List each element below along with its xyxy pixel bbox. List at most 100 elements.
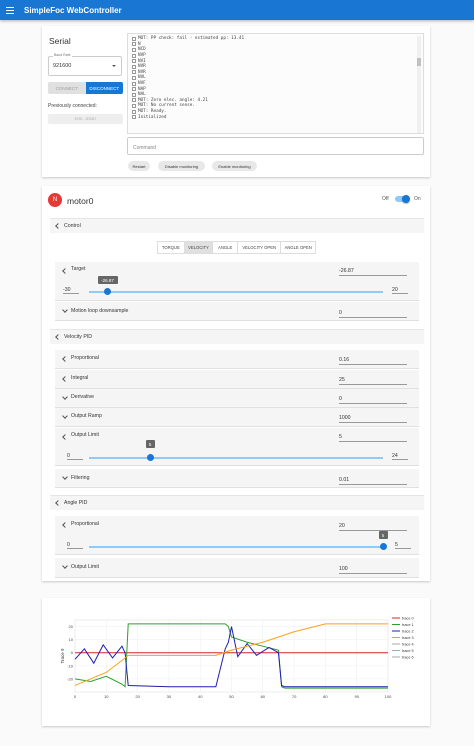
chevron-left-icon[interactable] [62,522,68,528]
velocity-ramp-input[interactable]: 1000 [339,415,407,423]
angle-pid-section-header[interactable]: Angle PID [50,495,424,510]
console-line-checkbox[interactable] [132,81,136,86]
baud-rate-value: 921600 [53,63,72,69]
angle-proportional-input[interactable]: 20 [339,523,407,531]
connect-button[interactable]: CONNECT [48,82,86,94]
console-line-text: NVP [138,53,146,59]
angle-pid-title: Angle PID [64,500,88,506]
chevron-down-icon[interactable] [62,413,68,419]
console-line-text: NAP [138,86,146,92]
console-line-text: NCD [138,47,146,53]
tab-velocity[interactable]: VELOCITY [184,242,214,253]
on-label: On [414,196,421,202]
velocity-derivative-input[interactable]: 0 [339,396,407,404]
console-line-checkbox[interactable] [132,64,136,69]
console-line-text: NVR [138,64,146,70]
angle-proportional-label: Proportional [71,521,99,527]
velocity-filtering-input[interactable]: 0.01 [339,477,407,485]
control-section-header[interactable]: Control [50,218,424,233]
connection-buttons: CONNECT DISCONNECT [48,82,123,94]
app-bar: SimpleFoc WebController [0,0,474,20]
legend-label: trace 2 [402,630,414,634]
velocity-limit-min-input[interactable]: 0 [67,453,83,460]
menu-icon[interactable] [6,6,14,14]
velocity-limit-row: Output Limit 5 0 5 24 [55,428,419,466]
angle-p-slider-thumb[interactable] [379,543,387,550]
chevron-left-icon[interactable] [62,268,68,274]
disconnect-button[interactable]: DISCONNECT [85,82,123,94]
console-line-text: NVF [138,81,146,87]
baud-rate-select[interactable]: Baud Rate 921600 [48,53,122,76]
target-min-input[interactable]: -30 [63,287,79,294]
console-line-checkbox[interactable] [132,98,136,103]
x-tick-label: 90 [354,694,359,699]
console-line-checkbox[interactable] [132,42,136,47]
console-line-checkbox[interactable] [132,87,136,92]
console-line-text: Initialized [138,114,167,120]
tab-angle[interactable]: ANGLE [213,242,238,253]
chevron-left-icon [55,223,61,229]
chevron-left-icon[interactable] [62,356,68,362]
target-slider-thumb[interactable] [104,288,112,295]
target-max-input[interactable]: 20 [392,287,408,294]
console-line-text: NVI [138,58,146,64]
downsample-input[interactable]: 0 [339,310,407,318]
tab-velocity-open[interactable]: VELOCITY OPEN [238,242,282,253]
velocity-derivative-label: Derivative [71,394,95,400]
motor-card: N motor0 Off On Control TORQUE VELOCITY … [42,186,430,581]
console-line-checkbox[interactable] [132,70,136,75]
app-title: SimpleFoc WebController [24,5,122,15]
chevron-down-icon[interactable] [62,394,68,400]
off-label: Off [382,196,389,202]
velocity-limit-input[interactable]: 5 [339,434,407,442]
chevron-left-icon [55,500,61,506]
chevron-down-icon[interactable] [62,563,68,569]
velocity-integral-input[interactable]: 25 [339,377,407,385]
console-line-checkbox[interactable] [132,47,136,52]
chevron-left-icon[interactable] [62,434,68,440]
x-tick-label: 80 [323,694,328,699]
previous-port-button[interactable]: 6790 - 2DD67 [48,114,123,124]
angle-limit-input[interactable]: 100 [339,566,407,574]
console-line-checkbox[interactable] [132,36,136,41]
velocity-limit-max-input[interactable]: 24 [392,453,408,460]
console-line-checkbox[interactable] [132,59,136,64]
trace-chart[interactable]: 0 10 20 30 40 50 60 70 80 90 10020100-10-20Trace 9… [42,598,430,726]
motor-name: motor0 [67,196,94,206]
chevron-down-icon[interactable] [62,474,68,480]
motor-enable-toggle[interactable] [395,195,410,203]
velocity-proportional-input[interactable]: 0.16 [339,357,407,365]
target-slider-track[interactable] [89,291,383,293]
angle-p-min-input[interactable]: 0 [67,542,83,549]
console-line-checkbox[interactable] [132,92,136,97]
angle-proportional-row: Proportional 20 0 5 5 [55,516,419,555]
y-axis-label: Trace 9 [60,648,65,664]
velocity-limit-slider-track[interactable] [89,457,383,459]
console-line-checkbox[interactable] [132,53,136,58]
velocity-pid-section-header[interactable]: Velocity PID [50,329,424,344]
velocity-proportional-row: Proportional 0.16 [55,350,419,369]
enable-monitoring-button[interactable]: Enable monitoring [212,161,257,171]
tab-angle-open[interactable]: ANGLE OPEN [281,242,315,253]
console-line-checkbox[interactable] [132,109,136,114]
disable-monitoring-button[interactable]: Disable monitoring [158,161,205,171]
console-line-checkbox[interactable] [132,103,136,108]
control-mode-tabs: TORQUE VELOCITY ANGLE VELOCITY OPEN ANGL… [157,241,316,254]
velocity-limit-slider-thumb[interactable] [146,454,154,461]
velocity-filtering-row: Filtering 0.01 [55,469,419,488]
tab-torque[interactable]: TORQUE [158,242,185,253]
legend-label: trace 6 [402,656,414,660]
serial-console[interactable]: MOT: PP check: fail - estimated pp: 13.4… [127,33,424,134]
chevron-left-icon[interactable] [62,376,68,382]
console-line-checkbox[interactable] [132,75,136,80]
chevron-down-icon[interactable] [62,307,68,313]
target-input[interactable]: -26.87 [339,268,407,276]
angle-p-slider-track[interactable] [89,546,383,548]
restart-button[interactable]: Restart [128,161,150,171]
target-slider-value-tooltip: -26.87 [97,276,118,284]
command-input[interactable]: Command [127,137,424,155]
legend-label: trace 5 [402,649,414,653]
console-scrollbar[interactable] [417,36,421,133]
angle-p-max-input[interactable]: 5 [395,542,411,549]
console-line-checkbox[interactable] [132,115,136,120]
